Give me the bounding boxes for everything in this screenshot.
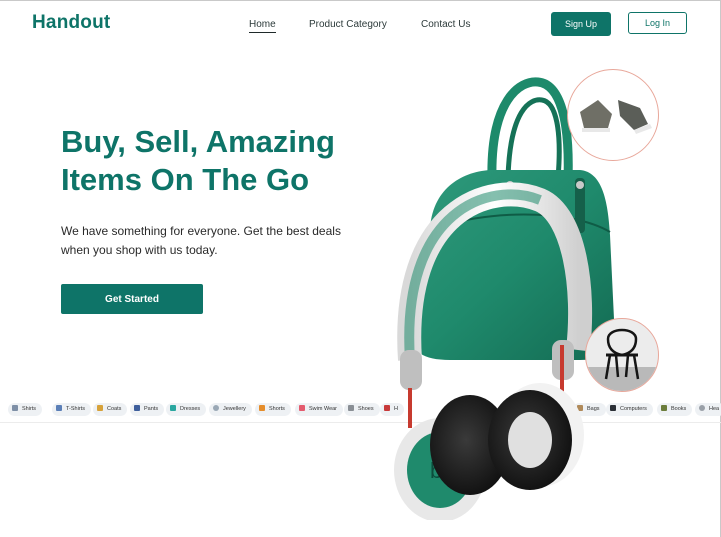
hero-product-image: b [394, 77, 616, 520]
chair-icon [586, 328, 658, 391]
shirt-icon [12, 405, 18, 411]
category-chip-shirts[interactable]: Shirts [8, 403, 43, 416]
category-label: Dresses [180, 406, 201, 412]
coat-icon [97, 405, 103, 411]
hero-title-line-1: Buy, Sell, Amazing [61, 124, 335, 159]
get-started-button[interactable]: Get Started [61, 284, 203, 314]
pants-icon [134, 405, 140, 411]
category-label: Pants [144, 406, 159, 412]
category-chip-coats[interactable]: Coats [93, 403, 128, 416]
sneakers-icon [580, 100, 652, 134]
hero-title: Buy, Sell, Amazing Items On The Go [61, 123, 381, 199]
shorts-icon [259, 405, 265, 411]
category-chip-pants[interactable]: Pants [130, 403, 165, 416]
category-label: T-Shirts [66, 406, 85, 412]
hero-title-line-2: Items On The Go [61, 162, 310, 197]
sign-up-button[interactable]: Sign Up [551, 12, 611, 36]
category-label: Jewellery [223, 406, 246, 412]
tshirt-icon [56, 405, 62, 411]
frame-top-border [0, 0, 721, 1]
category-chip-tshirts[interactable]: T-Shirts [52, 403, 91, 416]
category-chip-dresses[interactable]: Dresses [166, 403, 207, 416]
category-chip-swim-wear[interactable]: Swim Wear [295, 403, 344, 416]
category-chip-shorts[interactable]: Shorts [255, 403, 291, 416]
category-label: Shorts [269, 406, 285, 412]
nav-home-link[interactable]: Home [249, 19, 276, 33]
dress-icon [170, 405, 176, 411]
log-in-button[interactable]: Log In [628, 12, 687, 34]
nav-contact-link[interactable]: Contact Us [421, 19, 470, 30]
logo[interactable]: Handout [32, 12, 110, 34]
shoes-thumbnail[interactable] [567, 69, 659, 161]
category-label: Shirts [22, 406, 37, 412]
category-label: Coats [107, 406, 122, 412]
nav-product-category-link[interactable]: Product Category [309, 19, 387, 30]
hero-subtitle: We have something for everyone. Get the … [61, 224, 341, 257]
shoe-icon [348, 405, 354, 411]
swimwear-icon [299, 405, 305, 411]
jewellery-icon [213, 405, 219, 411]
category-label: Swim Wear [309, 406, 338, 412]
category-chip-jewellery[interactable]: Jewellery [209, 403, 252, 416]
chair-thumbnail[interactable] [585, 318, 659, 392]
